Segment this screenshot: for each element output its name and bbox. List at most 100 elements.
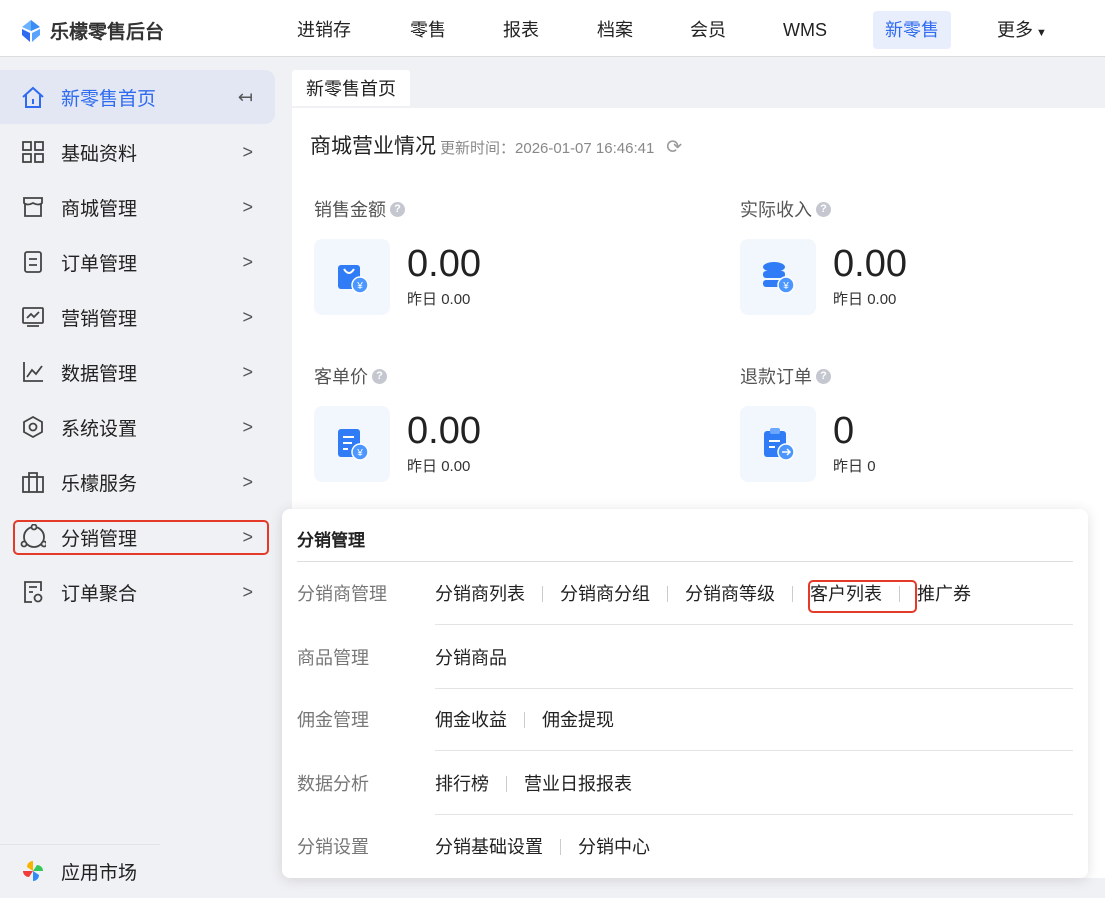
sidebar-item-label: 应用市场 (61, 862, 138, 884)
clipboard-icon (740, 406, 816, 482)
link-distribution-products[interactable]: 分销商品 (435, 636, 507, 680)
overview-header: 商城营业情况 更新时间：2026-01-07 16:46:41 ⟳ (310, 130, 682, 160)
group-label: 分销商管理 (297, 584, 387, 604)
yesterday-label: 昨日 (833, 291, 864, 308)
aggregate-icon (20, 579, 46, 605)
group-label: 商品管理 (297, 648, 369, 668)
sidebar-item-label: 营销管理 (61, 308, 138, 330)
group-label: 佣金管理 (297, 710, 369, 730)
sidebar-item-label: 乐檬服务 (61, 473, 138, 495)
sidebar-item-marketing[interactable]: 营销管理 > (0, 290, 275, 344)
sidebar-item-mall[interactable]: 商城管理 > (0, 180, 275, 234)
svg-text:¥: ¥ (356, 281, 363, 292)
sidebar-item-order-aggregation[interactable]: 订单聚合 > (0, 565, 275, 619)
menu-group-commission-management: 佣金管理 佣金收益 佣金提现 (297, 698, 1073, 761)
separator (667, 586, 668, 602)
monitor-icon (20, 304, 46, 330)
yesterday-value: 0.00 (441, 291, 471, 308)
group-label: 数据分析 (297, 774, 369, 794)
help-icon[interactable]: ? (390, 201, 405, 217)
stat-value: 0.00 (833, 243, 907, 285)
nav-members[interactable]: 会员 (678, 11, 738, 49)
refresh-icon[interactable]: ⟳ (666, 137, 682, 158)
divider (435, 814, 1073, 815)
chevron-right-icon: > (242, 416, 253, 437)
stat-label: 客单价 (314, 367, 368, 387)
sidebar-item-label: 订单管理 (61, 253, 138, 275)
store-icon (20, 194, 46, 220)
chevron-right-icon: > (242, 251, 253, 272)
separator (542, 586, 543, 602)
svg-text:¥: ¥ (356, 448, 363, 459)
stat-value: 0.00 (407, 410, 481, 452)
link-distributor-groups[interactable]: 分销商分组 (560, 572, 650, 616)
yesterday-label: 昨日 (833, 458, 864, 475)
sidebar-item-services[interactable]: 乐檬服务 > (0, 455, 275, 509)
brand-logo[interactable]: 乐檬零售后台 (20, 17, 164, 44)
sidebar-item-settings[interactable]: 系统设置 > (0, 400, 275, 454)
chevron-right-icon: > (242, 581, 253, 602)
nav-more[interactable]: 更多 ▼ (985, 11, 1059, 49)
link-commission-earnings[interactable]: 佣金收益 (435, 698, 507, 742)
nav-retail[interactable]: 零售 (398, 11, 458, 49)
stat-label: 销售金额 (314, 200, 386, 220)
nav-more-label: 更多 (997, 20, 1033, 40)
chevron-right-icon: > (242, 196, 253, 217)
sidebar-item-orders[interactable]: 订单管理 > (0, 235, 275, 289)
chevron-right-icon: > (242, 471, 253, 492)
menu-group-distribution-settings: 分销设置 分销基础设置 分销中心 (297, 825, 1073, 888)
nav-jinxiaocun[interactable]: 进销存 (285, 11, 363, 49)
app-market-icon (20, 858, 46, 884)
stat-sales-amount: 销售金额? ¥ 0.00 昨日 0.00 (314, 196, 481, 315)
settings-icon (20, 414, 46, 440)
link-commission-withdrawal[interactable]: 佣金提现 (542, 698, 614, 742)
link-distributor-list[interactable]: 分销商列表 (435, 572, 525, 616)
grid-icon (20, 139, 46, 165)
document-icon (20, 249, 46, 275)
separator (524, 712, 525, 728)
yesterday-value: 0 (867, 458, 876, 475)
stat-refund-orders: 退款订单? 0 昨日 0 (740, 363, 876, 482)
nav-archive[interactable]: 档案 (585, 11, 645, 49)
link-promo-coupons[interactable]: 推广券 (917, 572, 971, 616)
chevron-right-icon: > (242, 306, 253, 327)
highlight-box (13, 520, 269, 555)
popup-title: 分销管理 (297, 531, 365, 550)
update-time: 2026-01-07 16:46:41 (515, 140, 655, 157)
divider (435, 750, 1073, 751)
link-distribution-center[interactable]: 分销中心 (578, 825, 650, 869)
yesterday-value: 0.00 (867, 291, 897, 308)
home-icon (20, 84, 46, 110)
stat-actual-income: 实际收入? ¥ 0.00 昨日 0.00 (740, 196, 907, 315)
tab-new-retail-home[interactable]: 新零售首页 (292, 70, 410, 106)
sidebar-item-label: 订单聚合 (61, 583, 138, 605)
caret-down-icon: ▼ (1036, 27, 1047, 39)
link-daily-business-report[interactable]: 营业日报报表 (524, 762, 632, 806)
nav-new-retail[interactable]: 新零售 (873, 11, 951, 49)
nav-wms[interactable]: WMS (771, 11, 839, 49)
link-distribution-basic-settings[interactable]: 分销基础设置 (435, 825, 543, 869)
divider (297, 561, 1073, 562)
sidebar-item-new-retail-home[interactable]: 新零售首页 ↤ (0, 70, 275, 124)
yesterday-value: 0.00 (441, 458, 471, 475)
page-title: 商城营业情况 (310, 135, 436, 158)
brand-name: 乐檬零售后台 (50, 22, 165, 43)
sidebar-item-label: 基础资料 (61, 143, 138, 165)
help-icon[interactable]: ? (816, 201, 831, 217)
sidebar-item-label: 系统设置 (61, 418, 138, 440)
divider (435, 688, 1073, 689)
sidebar-item-app-market[interactable]: 应用市场 (0, 844, 275, 898)
stat-label: 实际收入 (740, 200, 812, 220)
divider (435, 624, 1073, 625)
help-icon[interactable]: ? (816, 368, 831, 384)
collapse-sidebar-icon[interactable]: ↤ (238, 87, 253, 108)
sidebar-item-data[interactable]: 数据管理 > (0, 345, 275, 399)
help-icon[interactable]: ? (372, 368, 387, 384)
sidebar-item-basic-data[interactable]: 基础资料 > (0, 125, 275, 179)
yesterday-label: 昨日 (407, 458, 438, 475)
separator (792, 586, 793, 602)
link-leaderboard[interactable]: 排行榜 (435, 762, 489, 806)
update-label: 更新时间： (440, 140, 516, 157)
nav-reports[interactable]: 报表 (491, 11, 551, 49)
link-distributor-levels[interactable]: 分销商等级 (685, 572, 775, 616)
